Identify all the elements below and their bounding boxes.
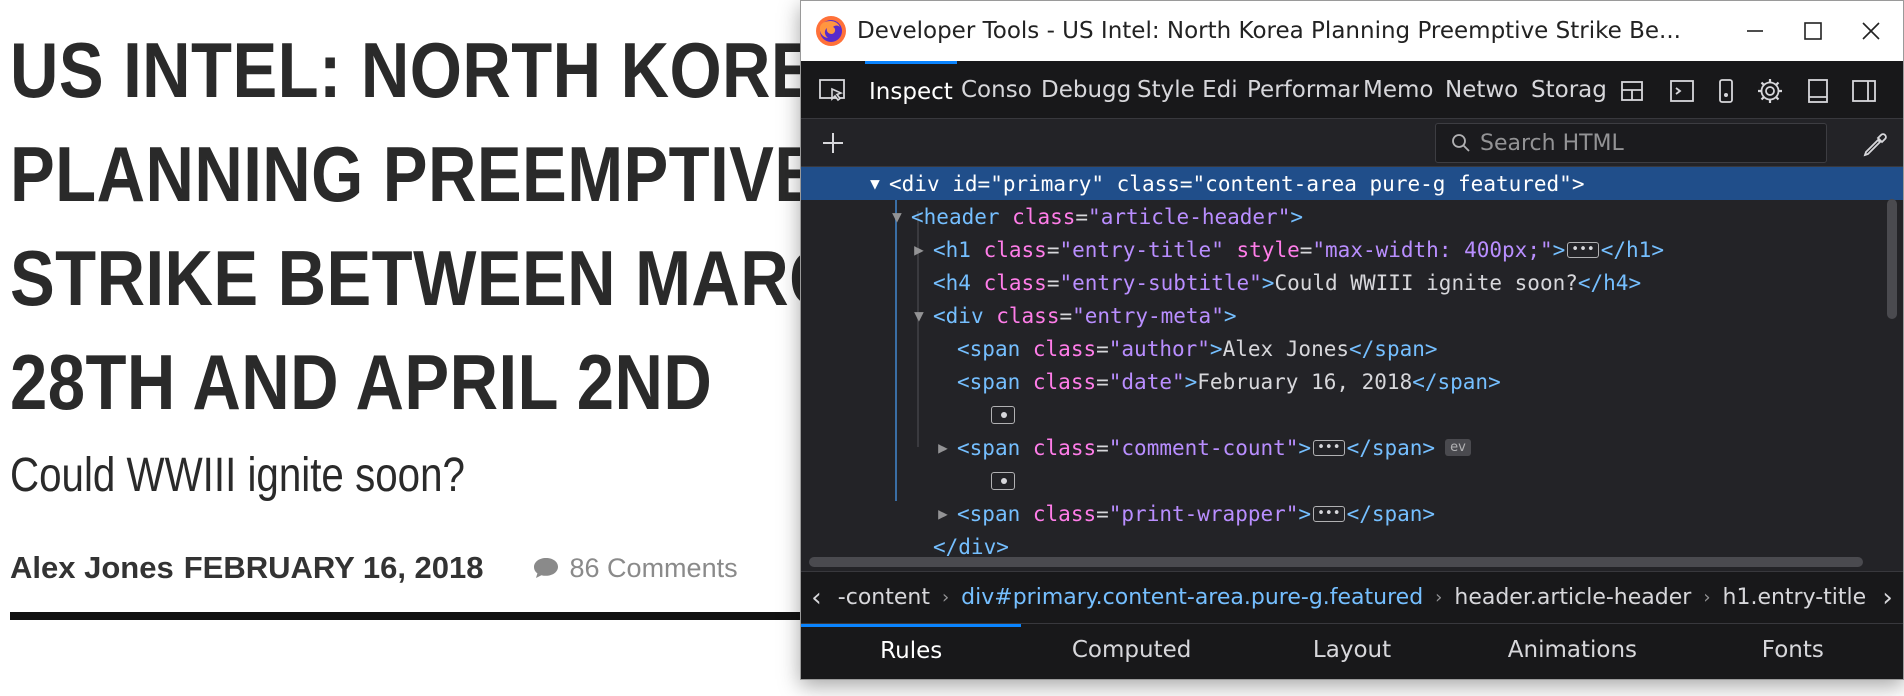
add-node-icon[interactable] xyxy=(817,127,849,159)
dock-bottom-button[interactable] xyxy=(1801,75,1835,107)
search-icon xyxy=(1452,134,1470,152)
markup-node-author[interactable]: <span class = "author" > Alex Jones </span> xyxy=(801,332,1903,365)
collapse-arrow-icon[interactable]: ▼ xyxy=(889,207,905,226)
search-html-box[interactable] xyxy=(1435,123,1827,163)
terminal-icon xyxy=(1670,80,1694,102)
phone-icon xyxy=(1719,79,1733,103)
minimize-icon xyxy=(1747,30,1763,32)
headline-line: 28TH AND APRIL 2ND xyxy=(10,338,713,426)
tab-console[interactable]: Conso xyxy=(957,61,1037,119)
console-split-button[interactable] xyxy=(1665,75,1699,107)
chevron-right-icon: › xyxy=(1435,587,1443,608)
inspector-searchbar xyxy=(801,119,1903,167)
tab-network[interactable]: Netwo xyxy=(1441,61,1527,119)
markup-node-header[interactable]: ▼ <header class = "article-header" > xyxy=(801,200,1903,233)
markup-node-h4[interactable]: <h4 class = "entry-subtitle" > Could WWIII i… xyxy=(801,266,1903,299)
gear-icon xyxy=(1758,79,1782,103)
close-icon xyxy=(1862,22,1880,40)
expand-arrow-icon[interactable]: ▶ xyxy=(935,438,951,457)
markup-node-h1[interactable]: ▶ <h1 class = "entry-title" style = "max-wid… xyxy=(801,233,1903,266)
ellipsis-icon[interactable]: ••• xyxy=(1567,241,1599,258)
chevron-right-icon[interactable]: › xyxy=(1872,583,1903,613)
chevron-right-icon: › xyxy=(1703,587,1711,608)
tab-animations[interactable]: Animations xyxy=(1462,624,1682,679)
tab-debugger[interactable]: Debugg xyxy=(1037,61,1133,119)
comment-icon xyxy=(533,558,558,578)
vertical-scrollbar[interactable] xyxy=(1887,199,1897,319)
breadcrumb-item[interactable]: h1.entry-title xyxy=(1717,585,1873,610)
comments-count: 86 Comments xyxy=(569,552,738,583)
horizontal-scrollbar[interactable] xyxy=(809,557,1863,567)
tab-memory[interactable]: Memo xyxy=(1359,61,1441,119)
markup-node-pseudo[interactable] xyxy=(801,398,1903,431)
firefox-logo-icon xyxy=(816,16,846,46)
maximize-button[interactable] xyxy=(1785,11,1841,51)
close-button[interactable] xyxy=(1843,11,1899,51)
author-link[interactable]: Alex Jones xyxy=(10,550,174,586)
article-date: FEBRUARY 16, 2018 xyxy=(183,550,484,585)
ellipsis-icon[interactable]: ••• xyxy=(1313,439,1345,456)
breadcrumb: ‹ -content › div#primary.content-area.pu… xyxy=(801,571,1903,623)
element-picker-button[interactable] xyxy=(813,73,853,109)
eyedropper-icon[interactable] xyxy=(1861,129,1891,159)
tab-inspector[interactable]: Inspect xyxy=(865,61,957,119)
window-title: Developer Tools - US Intel: North Korea … xyxy=(857,18,1681,44)
tab-performance[interactable]: Performar xyxy=(1243,61,1359,119)
pseudo-element-icon xyxy=(991,471,1015,490)
dock-side-button[interactable] xyxy=(1847,75,1881,107)
markup-node-date[interactable]: <span class = "date" > February 16, 2018 </sp… xyxy=(801,365,1903,398)
dock-bottom-icon xyxy=(1808,79,1828,103)
breadcrumb-item-selected[interactable]: div#primary.content-area.pure-g.featured xyxy=(955,585,1429,610)
device-button[interactable] xyxy=(1709,75,1743,107)
markup-node-entry-meta[interactable]: ▼ <div class = "entry-meta" > xyxy=(801,299,1903,332)
article-meta: Alex Jones FEBRUARY 16, 2018 86 Comments xyxy=(10,548,738,588)
tab-computed[interactable]: Computed xyxy=(1021,624,1241,679)
expand-arrow-icon[interactable]: ▶ xyxy=(911,240,927,259)
collapse-arrow-icon[interactable]: ▼ xyxy=(911,306,927,325)
collapse-arrow-icon[interactable]: ▼ xyxy=(867,174,883,193)
tab-fonts[interactable]: Fonts xyxy=(1683,624,1903,679)
markup-node-comment-count[interactable]: ▶ <span class = "comment-count" > ••• </span>… xyxy=(801,431,1903,464)
markup-view: ▼ <div id="primary" class="content-area … xyxy=(801,167,1903,571)
search-html-input[interactable] xyxy=(1480,130,1826,156)
expand-arrow-icon[interactable]: ▶ xyxy=(935,504,951,523)
devtools-window: Developer Tools - US Intel: North Korea … xyxy=(800,0,1904,680)
chevron-right-icon: › xyxy=(941,587,950,608)
event-badge[interactable]: ev xyxy=(1445,439,1471,456)
dock-side-icon xyxy=(1852,80,1876,102)
sidebar-tabs: Rules Computed Layout Animations Fonts xyxy=(801,623,1903,679)
devtools-titlebar[interactable]: Developer Tools - US Intel: North Korea … xyxy=(801,1,1903,61)
tab-style-editor[interactable]: Style Edi xyxy=(1133,61,1243,119)
article-subtitle: Could WWIII ignite soon? xyxy=(10,449,465,502)
element-picker-icon xyxy=(819,79,845,102)
tab-layout[interactable]: Layout xyxy=(1242,624,1462,679)
pseudo-element-icon xyxy=(991,405,1015,424)
minimize-button[interactable] xyxy=(1727,11,1783,51)
headline-line: STRIKE BETWEEN MARCH xyxy=(10,234,887,322)
breadcrumb-item[interactable]: -content xyxy=(832,585,936,610)
maximize-icon xyxy=(1804,22,1822,40)
tab-rules[interactable]: Rules xyxy=(801,624,1022,679)
markup-node-print-wrapper[interactable]: ▶ <span class = "print-wrapper" > ••• </span> xyxy=(801,497,1903,530)
devtools-toolbar: Inspect Conso Debugg Style Edi Performar… xyxy=(801,61,1903,119)
chevron-left-icon[interactable]: ‹ xyxy=(801,583,832,613)
article-headline: US INTEL: NORTH KOREA PLANNING PREEMPTIV… xyxy=(10,18,887,434)
markup-node-div-primary[interactable]: ▼ <div id="primary" class="content-area … xyxy=(801,167,1903,200)
responsive-design-button[interactable] xyxy=(1609,75,1659,107)
headline-line: PLANNING PREEMPTIVE xyxy=(10,130,820,218)
layout-menu-icon xyxy=(1621,81,1643,101)
headline-line: US INTEL: NORTH KOREA xyxy=(10,26,865,114)
markup-node-pseudo[interactable] xyxy=(801,464,1903,497)
settings-button[interactable] xyxy=(1753,75,1787,107)
devtools-tabs: Inspect Conso Debugg Style Edi Performar… xyxy=(865,61,1611,119)
ellipsis-icon[interactable]: ••• xyxy=(1313,505,1345,522)
breadcrumb-item[interactable]: header.article-header xyxy=(1448,585,1697,610)
comments-link[interactable]: 86 Comments xyxy=(532,553,738,584)
tab-storage[interactable]: Storag xyxy=(1527,61,1611,119)
